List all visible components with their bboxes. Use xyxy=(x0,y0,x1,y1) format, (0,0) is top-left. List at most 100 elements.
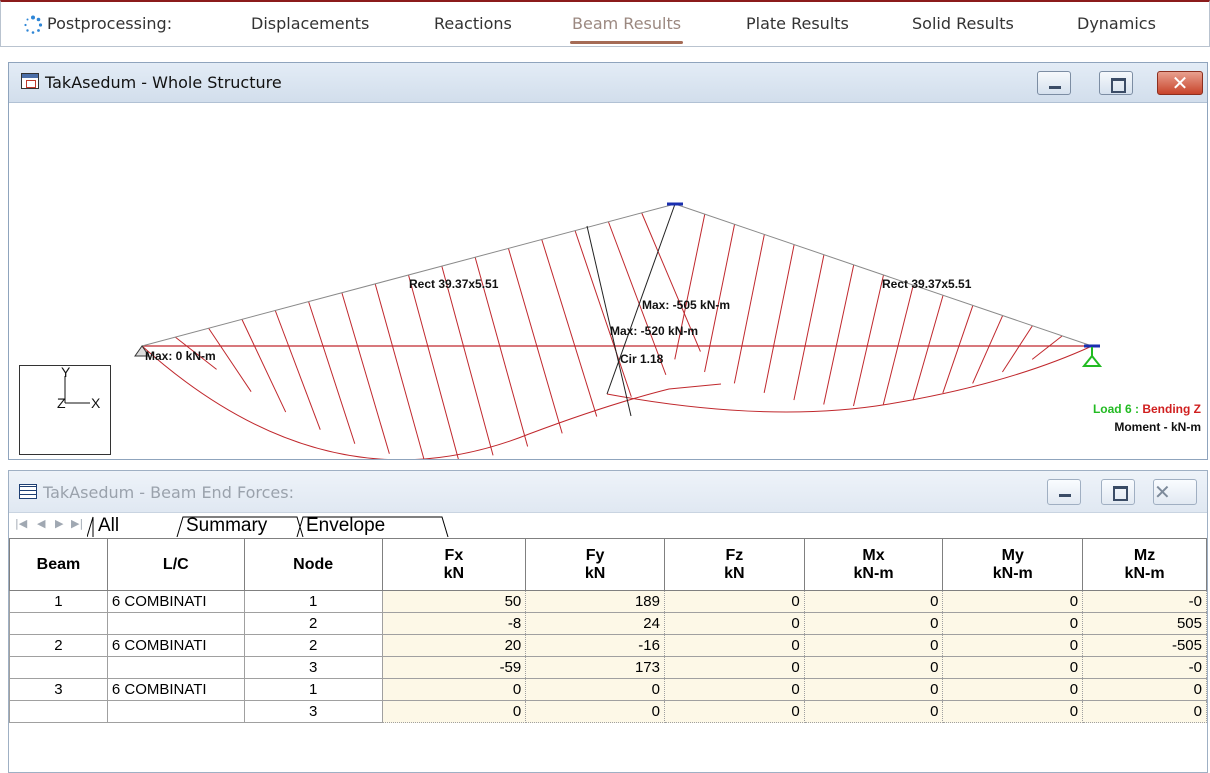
cell-fy[interactable]: -16 xyxy=(525,634,665,657)
forces-close-button[interactable]: ✕ xyxy=(1153,479,1197,505)
cell-lc[interactable]: 6 COMBINATI xyxy=(106,634,245,657)
cell-fx[interactable]: -8 xyxy=(381,612,527,635)
forces-window-titlebar[interactable]: TakAsedum - Beam End Forces: ✕ xyxy=(9,471,1207,513)
col-header-node[interactable]: Node xyxy=(243,538,383,591)
cell-my[interactable]: 0 xyxy=(942,612,1084,635)
beam-end-forces-window: TakAsedum - Beam End Forces: ✕ |◀ ◀ ▶ ▶|… xyxy=(8,470,1208,773)
tab-solid-results[interactable]: Solid Results xyxy=(912,14,1014,33)
col-header-mx[interactable]: Mx kN-m xyxy=(803,538,944,591)
cell-mz[interactable]: 0 xyxy=(1082,678,1207,701)
cell-fx[interactable]: 50 xyxy=(381,590,527,613)
cell-my[interactable]: 0 xyxy=(942,700,1084,723)
tab-beam-results[interactable]: Beam Results xyxy=(569,14,684,44)
cell-fx[interactable]: 0 xyxy=(381,700,527,723)
table-row[interactable]: 2 -8 24 0 0 0 505 xyxy=(9,612,1207,635)
cell-mx[interactable]: 0 xyxy=(803,590,944,613)
cell-my[interactable]: 0 xyxy=(942,656,1084,679)
cell-my[interactable]: 0 xyxy=(942,590,1084,613)
cell-fz[interactable]: 0 xyxy=(663,590,805,613)
cell-fz[interactable]: 0 xyxy=(663,656,805,679)
col-header-beam[interactable]: Beam xyxy=(9,538,108,591)
table-row[interactable]: 16 COMBINATI 1 50 189 0 0 0 -0 xyxy=(9,590,1207,613)
close-button[interactable]: ✕ xyxy=(1157,71,1203,95)
cell-mz[interactable]: -505 xyxy=(1082,634,1207,657)
tab-dynamics[interactable]: Dynamics xyxy=(1077,14,1156,33)
cell-fz[interactable]: 0 xyxy=(663,612,805,635)
cell-node[interactable]: 3 xyxy=(243,656,383,679)
forces-maximize-button[interactable] xyxy=(1101,479,1135,505)
table-row[interactable]: 3 -59 173 0 0 0 -0 xyxy=(9,656,1207,679)
table-row[interactable]: 3000000 xyxy=(9,700,1207,723)
tab-displacements[interactable]: Displacements xyxy=(251,14,369,33)
cell-fy[interactable]: 0 xyxy=(525,700,665,723)
col-header-lc[interactable]: L/C xyxy=(106,538,245,591)
col-header-fy[interactable]: Fy kN xyxy=(525,538,665,591)
hatch-line xyxy=(733,234,765,384)
sheet-tab-envelope[interactable]: Envelope xyxy=(306,515,385,537)
col-header-mz[interactable]: Mz kN-m xyxy=(1082,538,1207,591)
cell-fx[interactable]: 0 xyxy=(381,678,527,701)
tab-reactions[interactable]: Reactions xyxy=(434,14,512,33)
cell-node[interactable]: 2 xyxy=(243,634,383,657)
col-header-fz[interactable]: Fz kN xyxy=(663,538,805,591)
cell-fy[interactable]: 189 xyxy=(525,590,665,613)
cell-fz[interactable]: 0 xyxy=(663,634,805,657)
cell-beam[interactable] xyxy=(9,612,108,635)
cell-mx[interactable]: 0 xyxy=(803,634,944,657)
next-sheet-icon[interactable]: ▶ xyxy=(55,517,63,530)
cell-beam[interactable]: 2 xyxy=(9,634,108,657)
col-header-my[interactable]: My kN-m xyxy=(942,538,1084,591)
last-sheet-icon[interactable]: ▶| xyxy=(71,517,83,530)
cell-lc[interactable] xyxy=(106,700,245,723)
cell-fx[interactable]: 20 xyxy=(381,634,527,657)
hatch-line xyxy=(1031,335,1063,360)
minimize-button[interactable] xyxy=(1037,71,1071,95)
maximize-button[interactable] xyxy=(1099,71,1133,95)
cell-beam[interactable] xyxy=(9,700,108,723)
table-row[interactable]: 36 COMBINATI 1 0 0 0 0 0 0 xyxy=(9,678,1207,701)
cell-mz[interactable]: -0 xyxy=(1082,590,1207,613)
first-sheet-icon[interactable]: |◀ xyxy=(15,517,27,530)
cell-mz[interactable]: 505 xyxy=(1082,612,1207,635)
units-label: Moment - kN-m xyxy=(1114,420,1201,434)
sheet-tab-summary[interactable]: Summary xyxy=(186,515,267,537)
cell-mz[interactable]: 0 xyxy=(1082,700,1207,723)
cell-mx[interactable]: 0 xyxy=(803,612,944,635)
hatch-line xyxy=(1002,325,1033,373)
cell-lc[interactable]: 6 COMBINATI xyxy=(106,678,245,701)
cell-lc[interactable] xyxy=(106,612,245,635)
cell-my[interactable]: 0 xyxy=(942,678,1084,701)
table-row[interactable]: 26 COMBINATI 2 20 -16 0 0 0 -505 xyxy=(9,634,1207,657)
hatch-line xyxy=(823,264,855,405)
tab-plate-results[interactable]: Plate Results xyxy=(746,14,849,33)
hatch-line xyxy=(763,244,795,394)
cell-fz[interactable]: 0 xyxy=(663,700,805,723)
hatch-line xyxy=(882,285,914,405)
cell-lc[interactable] xyxy=(106,656,245,679)
cell-mz[interactable]: -0 xyxy=(1082,656,1207,679)
cell-my[interactable]: 0 xyxy=(942,634,1084,657)
cell-beam[interactable]: 1 xyxy=(9,590,108,613)
cell-node[interactable]: 3 xyxy=(243,700,383,723)
cell-fy[interactable]: 0 xyxy=(525,678,665,701)
cell-fx[interactable]: -59 xyxy=(381,656,527,679)
cell-fy[interactable]: 173 xyxy=(525,656,665,679)
sheet-tab-all[interactable]: All xyxy=(98,515,119,537)
cell-lc[interactable]: 6 COMBINATI xyxy=(106,590,245,613)
structure-window-titlebar[interactable]: TakAsedum - Whole Structure ✕ xyxy=(9,63,1207,103)
cell-fy[interactable]: 24 xyxy=(525,612,665,635)
cell-beam[interactable]: 3 xyxy=(9,678,108,701)
prev-sheet-icon[interactable]: ◀ xyxy=(37,517,45,530)
cell-node[interactable]: 1 xyxy=(243,590,383,613)
structure-canvas[interactable]: Rect 39.37x5.51 Rect 39.37x5.51 Max: -50… xyxy=(9,104,1207,459)
cell-mx[interactable]: 0 xyxy=(803,700,944,723)
cell-mx[interactable]: 0 xyxy=(803,656,944,679)
cell-mx[interactable]: 0 xyxy=(803,678,944,701)
cell-node[interactable]: 2 xyxy=(243,612,383,635)
structure-window-title: TakAsedum - Whole Structure xyxy=(45,73,282,92)
cell-node[interactable]: 1 xyxy=(243,678,383,701)
cell-fz[interactable]: 0 xyxy=(663,678,805,701)
col-header-fx[interactable]: Fx kN xyxy=(381,538,527,591)
cell-beam[interactable] xyxy=(9,656,108,679)
forces-minimize-button[interactable] xyxy=(1047,479,1081,505)
